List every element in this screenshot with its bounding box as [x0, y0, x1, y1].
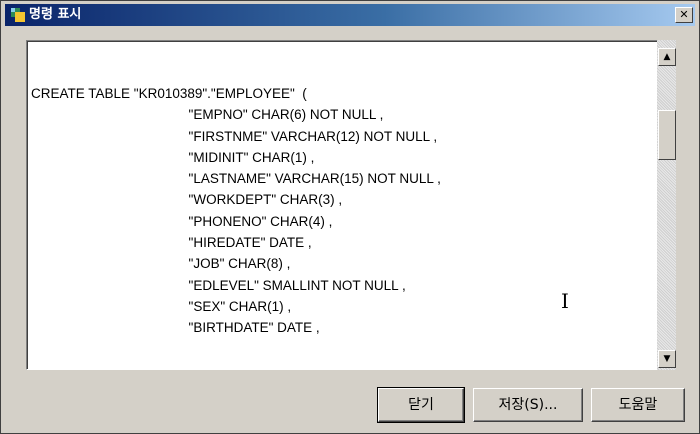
code-line: "BIRTHDATE" DATE , — [31, 320, 320, 336]
code-line: CREATE TABLE "KR010389"."EMPLOYEE" ( — [31, 86, 307, 101]
code-line: "PHONENO" CHAR(4) , — [188, 213, 333, 229]
text-cursor-icon: I — [561, 289, 569, 313]
code-line: "FIRSTNME" VARCHAR(12) NOT NULL , — [188, 128, 438, 144]
vertical-scrollbar[interactable]: ▲ ▼ — [657, 40, 676, 370]
window-title: 명령 표시 — [29, 7, 82, 22]
code-line: "LASTNAME" VARCHAR(15) NOT NULL , — [188, 171, 441, 187]
app-icon — [11, 8, 25, 22]
code-line: "WORKDEPT" CHAR(3) , — [188, 192, 343, 208]
scroll-down-button[interactable]: ▼ — [658, 350, 676, 368]
help-button[interactable]: 도움말 — [591, 388, 685, 422]
code-line: "SEX" CHAR(1) , — [188, 298, 292, 314]
command-text-area[interactable]: CREATE TABLE "KR010389"."EMPLOYEE" ( "EM… — [26, 40, 659, 370]
close-button[interactable]: 닫기 — [377, 387, 465, 423]
code-line: "MIDINIT" CHAR(1) , — [188, 149, 315, 165]
close-icon: ✕ — [679, 8, 689, 21]
scroll-up-button[interactable]: ▲ — [658, 48, 676, 66]
code-line: "EMPNO" CHAR(6) NOT NULL , — [188, 107, 384, 123]
down-arrow-icon: ▼ — [663, 354, 671, 364]
title-bar[interactable]: 명령 표시 ✕ — [5, 4, 695, 26]
command-display-window: 명령 표시 ✕ CREATE TABLE "KR010389"."EMPLOYE… — [0, 0, 700, 434]
save-button[interactable]: 저장(S)... — [473, 388, 583, 422]
command-text: CREATE TABLE "KR010389"."EMPLOYEE" ( "EM… — [31, 83, 441, 339]
up-arrow-icon: ▲ — [663, 52, 671, 62]
scrollbar-thumb[interactable] — [658, 110, 676, 160]
code-line: "JOB" CHAR(8) , — [188, 256, 291, 272]
code-line: "EDLEVEL" SMALLINT NOT NULL , — [188, 277, 406, 293]
close-window-button[interactable]: ✕ — [675, 7, 693, 23]
code-line: "HIREDATE" DATE , — [188, 235, 312, 251]
